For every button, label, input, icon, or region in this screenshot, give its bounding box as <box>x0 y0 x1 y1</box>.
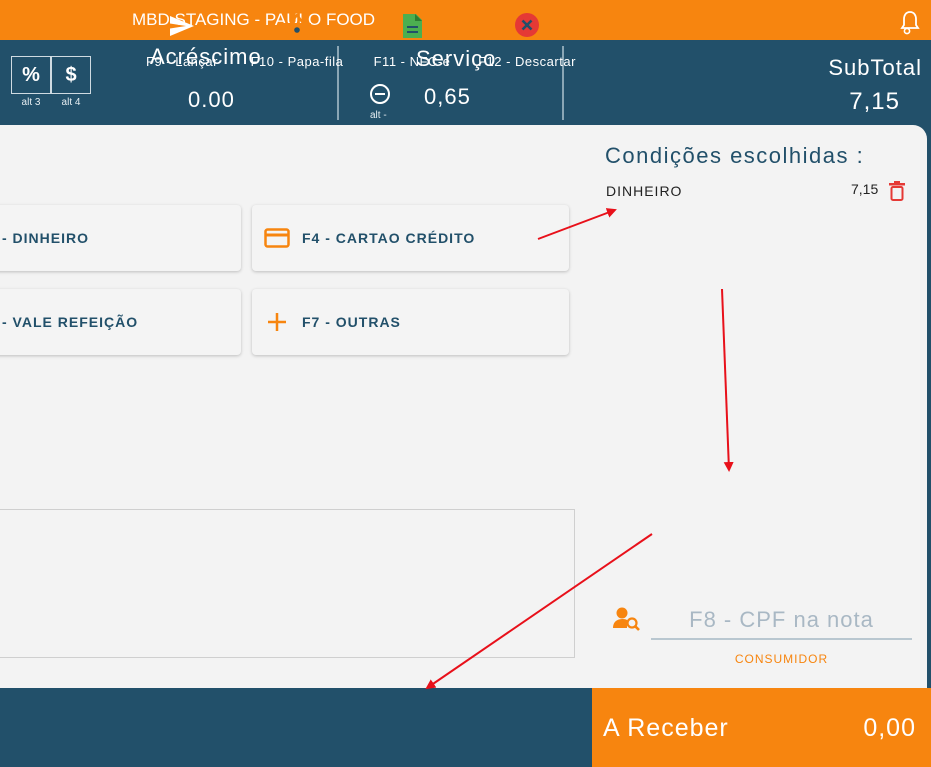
discount-value-shortcut: alt 4 <box>61 97 81 108</box>
basket-icon <box>283 13 311 37</box>
credit-card-icon <box>264 228 290 248</box>
nfce-label: F11 - NFC-e <box>373 54 451 69</box>
send-icon <box>170 16 194 36</box>
document-icon <box>403 14 422 38</box>
minus-circle-icon[interactable] <box>369 83 391 105</box>
condition-item-name: DINHEIRO <box>606 183 683 199</box>
trash-icon[interactable] <box>888 181 906 201</box>
cpf-input[interactable] <box>651 602 912 640</box>
servico-value[interactable]: 0,65 <box>424 84 471 110</box>
subtotal-value: 7,15 <box>849 88 900 115</box>
payment-method-cartao-credito[interactable]: F4 - CARTAO CRÉDITO <box>252 205 569 271</box>
plus-icon <box>268 313 286 331</box>
lancar-label: F9 - Lançar <box>146 54 218 69</box>
descartar-button[interactable]: F12 - Descartar <box>472 0 582 79</box>
subtotal-label: SubTotal <box>828 55 922 80</box>
receive-panel[interactable]: A Receber 0,00 <box>592 688 931 767</box>
payment-method-outras[interactable]: F7 - OUTRAS <box>252 289 569 355</box>
condition-item-value: 7,15 <box>851 181 879 197</box>
acrescimo-value[interactable]: 0.00 <box>188 87 235 113</box>
discount-percent-button[interactable]: % <box>11 56 51 94</box>
servico-shortcut: alt - <box>370 110 387 121</box>
notes-area[interactable] <box>0 509 575 658</box>
nfce-button[interactable]: F11 - NFC-e <box>370 0 454 79</box>
papa-fila-button[interactable]: F10 - Papa-fila <box>244 0 350 79</box>
receive-value: 0,00 <box>863 714 916 742</box>
receive-label: A Receber <box>603 714 729 742</box>
user-search-icon <box>613 607 640 631</box>
payment-method-vale-refeicao[interactable]: - VALE REFEIÇÃO <box>0 289 241 355</box>
payment-method-label: - DINHEIRO <box>2 230 89 246</box>
payment-method-label: F4 - CARTAO CRÉDITO <box>302 230 476 246</box>
payment-method-label: - VALE REFEIÇÃO <box>2 314 139 330</box>
app-title-bar: MBD STAGING - PAULO FOOD <box>0 0 931 40</box>
bell-icon[interactable] <box>899 9 921 35</box>
payment-method-label: F7 - OUTRAS <box>302 314 401 330</box>
cpf-caption: CONSUMIDOR <box>734 652 829 666</box>
discount-percent-shortcut: alt 3 <box>21 97 41 108</box>
close-circle-icon <box>515 13 539 37</box>
totals-header: % alt 3 $ alt 4 Acréscimo 0.00 Serviço a… <box>0 40 931 125</box>
payment-method-dinheiro[interactable]: - DINHEIRO <box>0 205 241 271</box>
conditions-title: Condições escolhidas : <box>605 143 865 168</box>
discount-value-button[interactable]: $ <box>51 56 91 94</box>
descartar-label: F12 - Descartar <box>478 54 576 69</box>
papa-fila-label: F10 - Papa-fila <box>250 54 344 69</box>
lancar-button[interactable]: F9 - Lançar <box>142 0 222 79</box>
